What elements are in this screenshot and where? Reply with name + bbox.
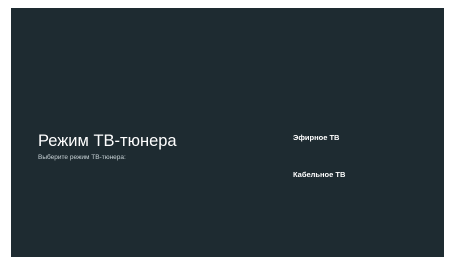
option-cable-tv[interactable]: Кабельное ТВ	[287, 165, 433, 185]
page-title: Режим ТВ-тюнера	[38, 132, 177, 150]
option-antenna-tv[interactable]: Эфирное ТВ	[287, 128, 433, 148]
tuner-mode-options: Эфирное ТВ Кабельное ТВ	[293, 128, 433, 185]
settings-header: Режим ТВ-тюнера Выберите режим ТВ-тюнера…	[38, 131, 258, 162]
page-subtitle: Выберите режим ТВ-тюнера:	[38, 154, 126, 161]
tv-tuner-mode-screen: Режим ТВ-тюнера Выберите режим ТВ-тюнера…	[11, 8, 444, 257]
